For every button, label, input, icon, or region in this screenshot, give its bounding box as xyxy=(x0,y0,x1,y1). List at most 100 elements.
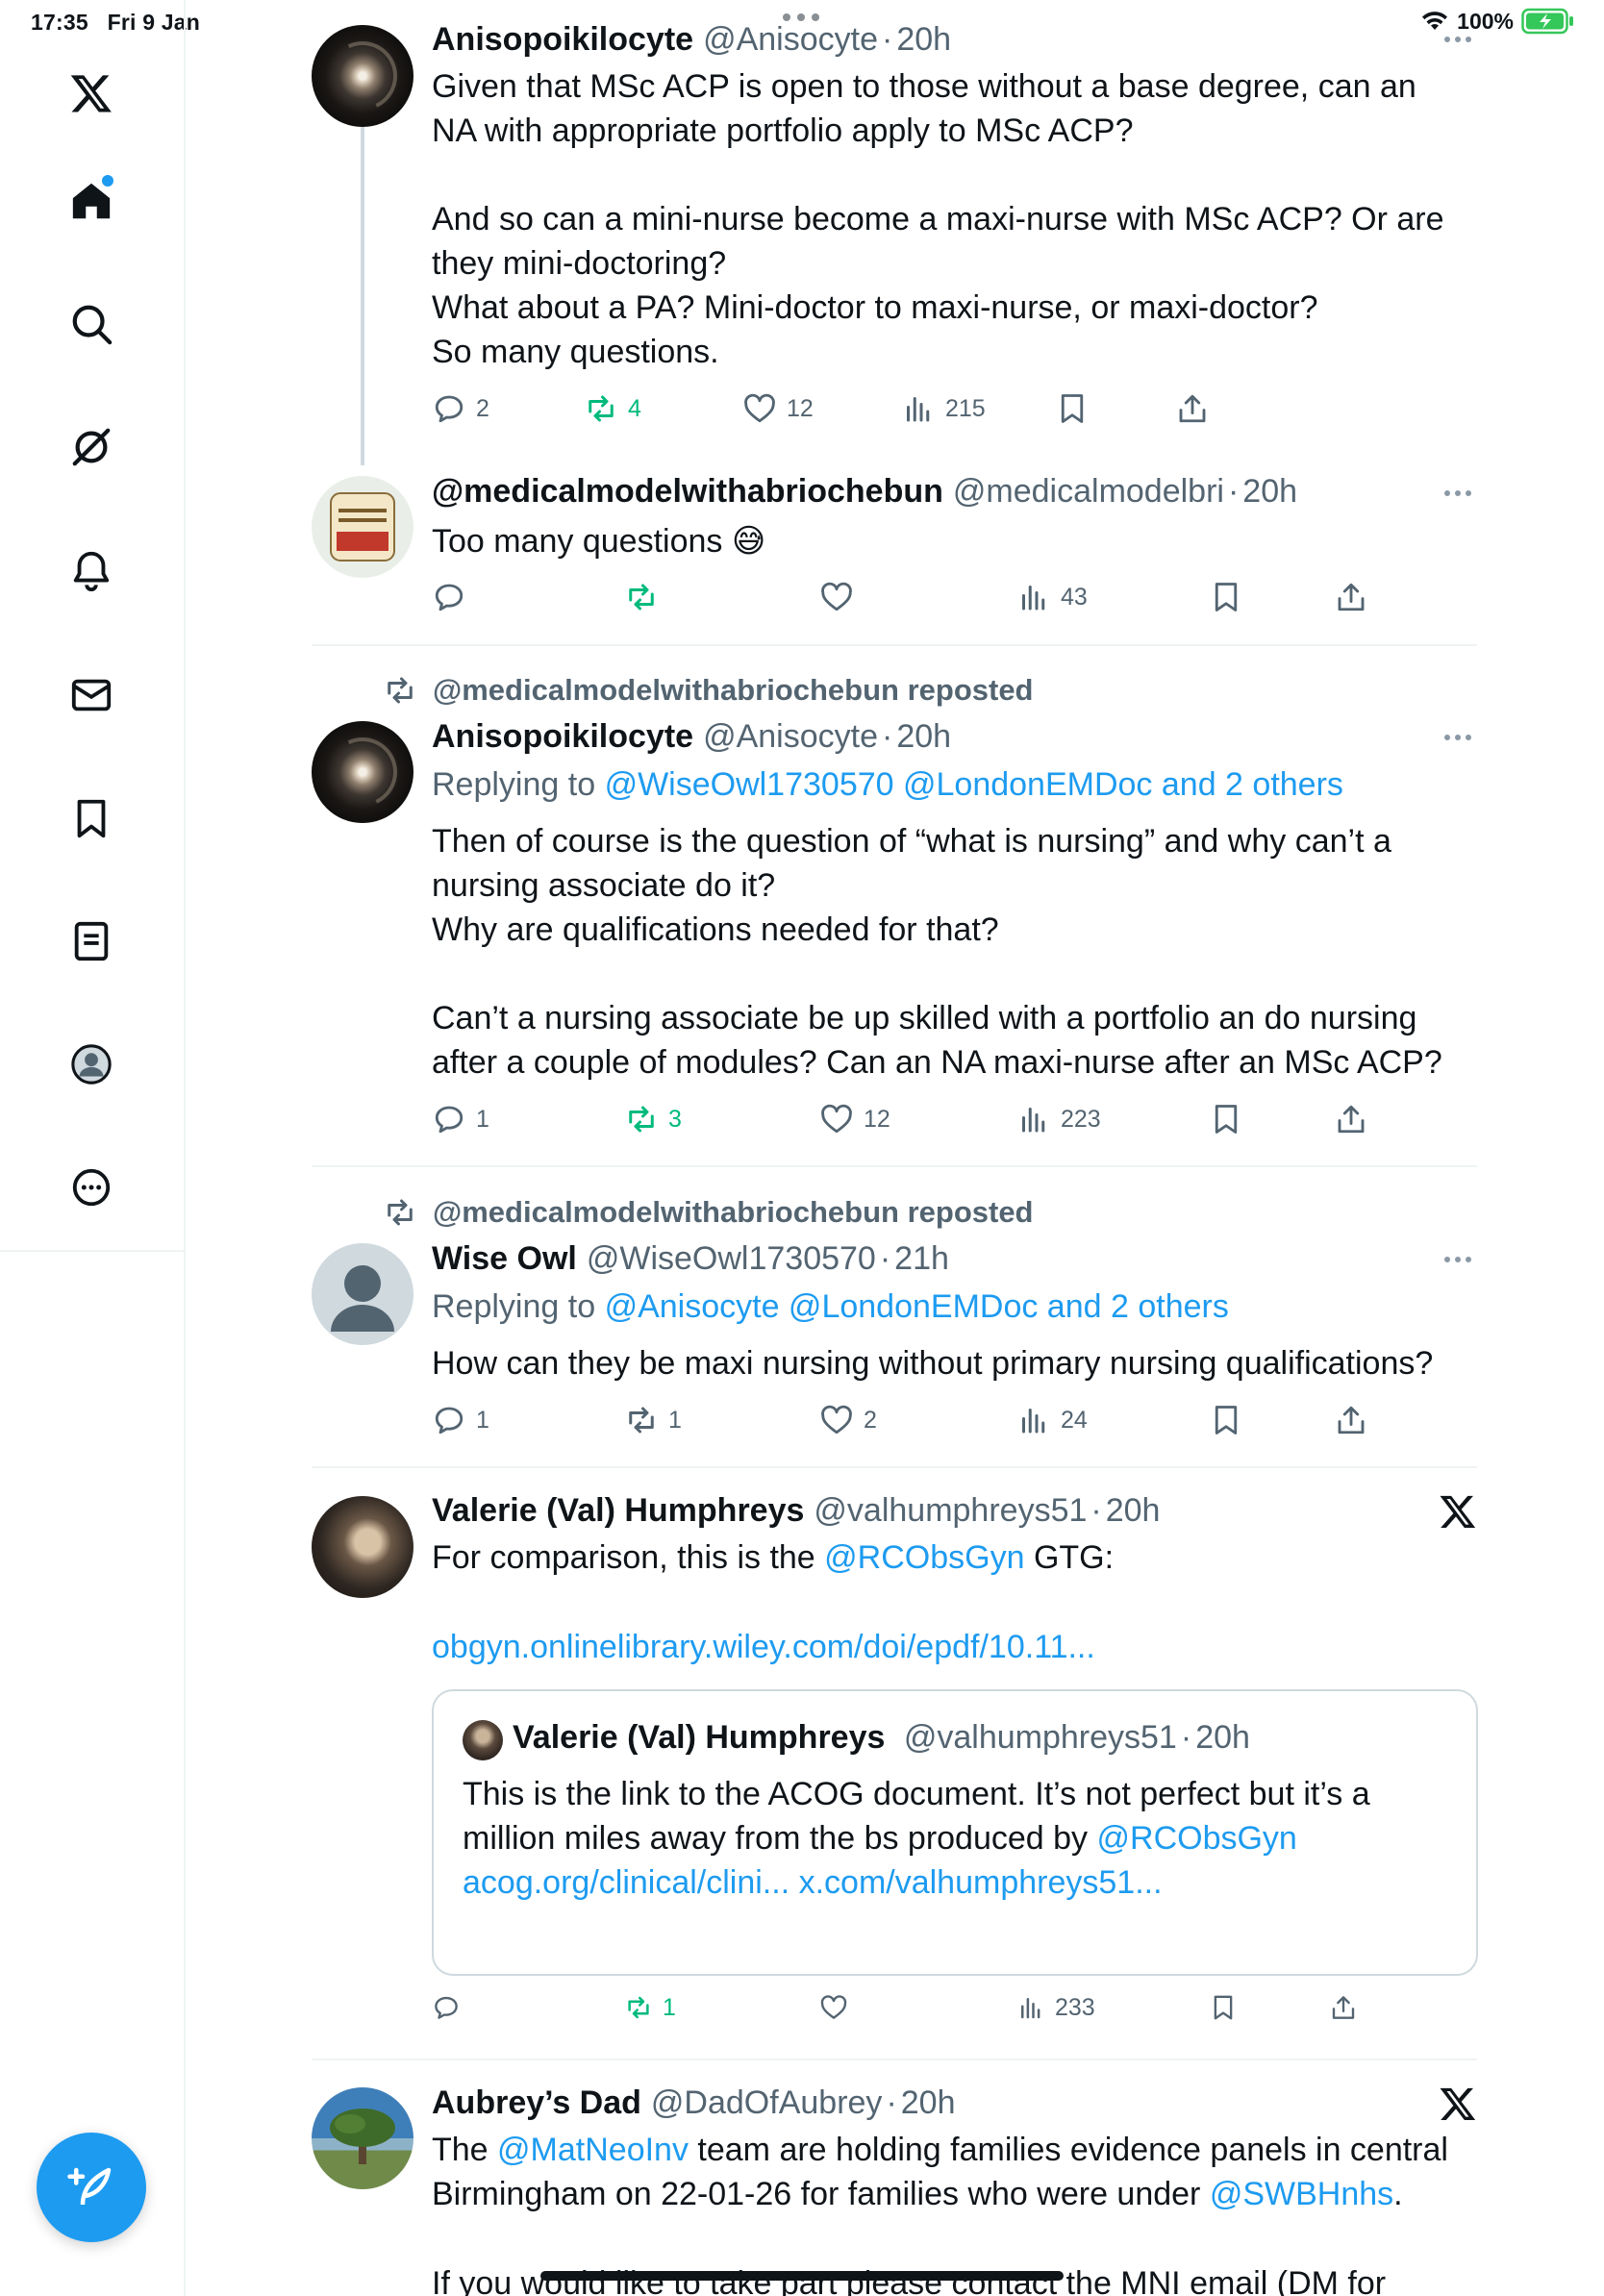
avatar[interactable] xyxy=(312,476,414,578)
tweet-header: Aubrey’s Dad @DadOfAubrey · 20h xyxy=(432,2082,956,2124)
quote-author-name[interactable]: Valerie (Val) Humphreys xyxy=(513,1719,885,1756)
x-logo-icon[interactable] xyxy=(63,65,119,121)
profile-icon[interactable] xyxy=(63,1036,119,1092)
bookmark-button[interactable] xyxy=(1055,391,1090,426)
thread-line xyxy=(361,127,364,465)
reply-button[interactable]: 1 xyxy=(432,1102,489,1136)
mention-link[interactable]: @RCObsGyn xyxy=(1097,1820,1297,1857)
reply-button[interactable] xyxy=(432,1993,461,2022)
repost-label[interactable]: @medicalmodelwithabriochebun reposted xyxy=(383,1195,1034,1230)
like-button[interactable]: 2 xyxy=(819,1403,877,1437)
repost-button[interactable] xyxy=(624,580,659,614)
mention-link[interactable]: @SWBHnhs xyxy=(1210,2176,1393,2212)
bookmark-button[interactable] xyxy=(1209,1403,1243,1437)
repost-icon xyxy=(589,395,614,422)
author-handle[interactable]: @WiseOwl1730570 xyxy=(587,1237,876,1280)
reply-button[interactable] xyxy=(432,580,466,614)
tweet-divider xyxy=(312,2059,1477,2060)
more-options-icon[interactable] xyxy=(1444,735,1471,740)
quote-author-handle[interactable]: @valhumphreys51 xyxy=(904,1719,1177,1756)
quote-avatar[interactable] xyxy=(463,1720,503,1760)
quote-links[interactable]: acog.org/clinical/clini... x.com/valhump… xyxy=(463,1860,1443,1905)
tweet-time[interactable]: 20h xyxy=(1106,1489,1161,1532)
repost-label[interactable]: @medicalmodelwithabriochebun reposted xyxy=(383,673,1034,708)
battery-percent: 100% xyxy=(1457,8,1514,34)
more-options-icon[interactable] xyxy=(1444,37,1471,42)
bookmark-button[interactable] xyxy=(1209,1993,1238,2022)
more-options-icon[interactable] xyxy=(1444,1257,1471,1262)
notifications-icon[interactable] xyxy=(63,542,119,598)
like-button[interactable]: 12 xyxy=(742,391,814,426)
author-name[interactable]: @medicalmodelwithabriochebun xyxy=(432,470,943,512)
avatar[interactable] xyxy=(312,2087,414,2189)
like-button[interactable] xyxy=(819,1993,848,2022)
view-count: 43 xyxy=(1061,583,1088,611)
replying-to-mentions[interactable]: @WiseOwl1730570 @LondonEMDoc and 2 other… xyxy=(605,766,1343,803)
avatar[interactable] xyxy=(312,25,414,127)
lists-icon[interactable] xyxy=(63,913,119,969)
repost-icon xyxy=(388,677,413,704)
repost-button[interactable]: 3 xyxy=(624,1102,682,1136)
like-button[interactable] xyxy=(819,580,854,614)
bookmark-button[interactable] xyxy=(1209,580,1243,614)
tweet-time[interactable]: 20h xyxy=(901,2082,956,2124)
tweet-header: Valerie (Val) Humphreys @valhumphreys51 … xyxy=(432,1489,1160,1532)
tweet-header: @medicalmodelwithabriochebun @medicalmod… xyxy=(432,470,1297,512)
separator-dot: · xyxy=(881,21,893,58)
tweet-header: Anisopoikilocyte @Anisocyte · 20h xyxy=(432,18,951,61)
bookmarks-icon[interactable] xyxy=(63,790,119,846)
views-button[interactable]: 24 xyxy=(1016,1403,1088,1437)
avatar[interactable] xyxy=(312,721,414,823)
bookmark-button[interactable] xyxy=(1209,1102,1243,1136)
share-button[interactable] xyxy=(1334,1403,1368,1437)
mention-link[interactable]: @MatNeoInv xyxy=(497,2132,689,2168)
reply-count: 2 xyxy=(476,394,489,422)
search-icon[interactable] xyxy=(63,296,119,352)
author-handle[interactable]: @DadOfAubrey xyxy=(651,2082,883,2124)
like-button[interactable]: 12 xyxy=(819,1102,890,1136)
views-button[interactable]: 215 xyxy=(901,391,986,426)
views-button[interactable]: 43 xyxy=(1016,580,1088,614)
gmc-badge-icon xyxy=(330,492,395,562)
grok-icon[interactable] xyxy=(63,419,119,475)
author-name[interactable]: Anisopoikilocyte xyxy=(432,715,693,758)
sidebar-separator xyxy=(0,1250,186,1252)
home-indicator[interactable] xyxy=(540,2271,1064,2281)
avatar[interactable] xyxy=(312,1496,414,1598)
messages-icon[interactable] xyxy=(63,667,119,723)
views-button[interactable]: 223 xyxy=(1016,1102,1101,1136)
author-handle[interactable]: @Anisocyte xyxy=(703,715,878,758)
views-button[interactable]: 233 xyxy=(1016,1993,1095,2022)
author-name[interactable]: Valerie (Val) Humphreys xyxy=(432,1489,804,1532)
author-handle[interactable]: @medicalmodelbri xyxy=(953,470,1224,512)
author-handle[interactable]: @Anisocyte xyxy=(703,18,878,61)
tweet-time[interactable]: 21h xyxy=(894,1237,949,1280)
share-button[interactable] xyxy=(1334,1102,1368,1136)
author-name[interactable]: Aubrey’s Dad xyxy=(432,2082,641,2124)
more-options-icon[interactable] xyxy=(1444,490,1471,496)
avatar[interactable] xyxy=(312,1243,414,1345)
author-name[interactable]: Anisopoikilocyte xyxy=(432,18,693,61)
replying-to-mentions[interactable]: @Anisocyte @LondonEMDoc and 2 others xyxy=(605,1288,1229,1325)
external-link[interactable]: obgyn.onlinelibrary.wiley.com/doi/epdf/1… xyxy=(432,1625,1470,1669)
more-icon[interactable] xyxy=(63,1160,119,1215)
repost-count: 1 xyxy=(668,1406,682,1434)
reply-button[interactable]: 1 xyxy=(432,1403,489,1437)
tweet-divider xyxy=(312,1466,1477,1468)
share-button[interactable] xyxy=(1334,580,1368,614)
tweet-time[interactable]: 20h xyxy=(896,715,951,758)
repost-button[interactable]: 4 xyxy=(584,391,641,426)
repost-button[interactable]: 1 xyxy=(624,1403,682,1437)
mention-link[interactable]: @RCObsGyn xyxy=(824,1539,1024,1576)
share-button[interactable] xyxy=(1175,391,1210,426)
share-button[interactable] xyxy=(1329,1993,1358,2022)
compose-button[interactable] xyxy=(37,2133,146,2242)
tweet-time[interactable]: 20h xyxy=(896,18,951,61)
repost-button[interactable]: 1 xyxy=(624,1993,676,2022)
quoted-tweet[interactable]: Valerie (Val) Humphreys @valhumphreys51 ·… xyxy=(432,1689,1478,1976)
author-handle[interactable]: @valhumphreys51 xyxy=(814,1489,1087,1532)
reply-button[interactable]: 2 xyxy=(432,391,489,426)
tree-photo-icon xyxy=(330,2109,395,2164)
author-name[interactable]: Wise Owl xyxy=(432,1237,577,1280)
tweet-time[interactable]: 20h xyxy=(1242,470,1297,512)
